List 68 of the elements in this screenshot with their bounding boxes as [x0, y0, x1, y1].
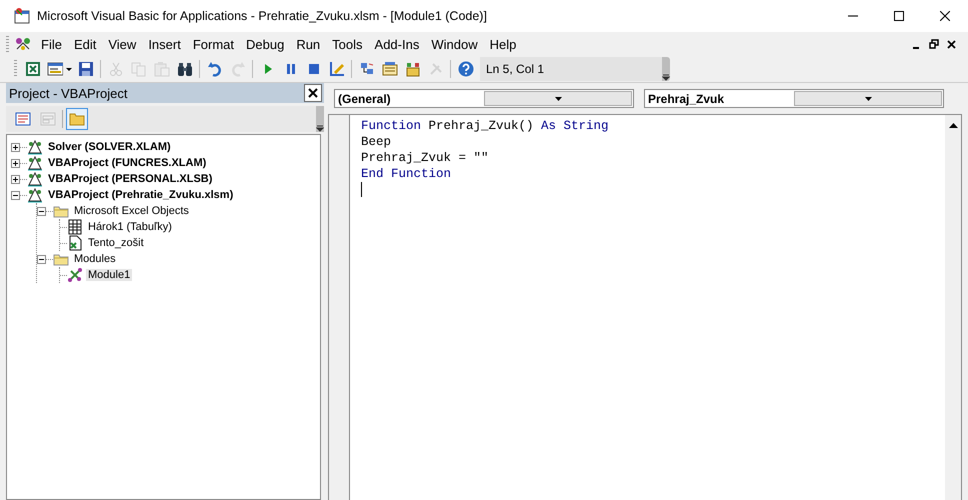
- scroll-up-icon[interactable]: [948, 123, 958, 128]
- binoculars-icon[interactable]: [176, 61, 192, 77]
- expand-icon[interactable]: [11, 158, 20, 168]
- menu-item[interactable]: Window: [425, 34, 484, 54]
- undo-icon[interactable]: [206, 61, 222, 77]
- close-icon[interactable]: [940, 11, 950, 21]
- menu-item[interactable]: Debug: [240, 34, 290, 54]
- tree-item[interactable]: Hárok1 (Tabuľky): [86, 221, 174, 233]
- expand-icon[interactable]: [11, 142, 20, 152]
- folder-button[interactable]: [66, 108, 88, 130]
- menu-item[interactable]: Edit: [68, 34, 102, 54]
- menu-item[interactable]: Add-Ins: [368, 34, 426, 54]
- code-line: Function Prehraj_Zvuk() As String: [361, 118, 610, 134]
- code-line: Prehraj_Zvuk = "": [361, 150, 490, 166]
- code-line: End Function: [361, 166, 452, 182]
- object-dropdown[interactable]: (General): [334, 89, 634, 108]
- project-icon: [27, 187, 43, 203]
- object-browser-icon[interactable]: [404, 61, 420, 77]
- window-title: Microsoft Visual Basic for Applications - Prehratie_Zvuku.xlsm - [Module1 (Code)]: [37, 9, 488, 23]
- save-icon[interactable]: [78, 61, 94, 77]
- vba-icon: [15, 36, 31, 52]
- project-icon: [27, 139, 43, 155]
- spreadsheet-icon: [67, 219, 83, 235]
- collapse-icon[interactable]: [11, 190, 20, 200]
- menu-item[interactable]: Run: [290, 34, 326, 54]
- toolbar-options-icon[interactable]: [662, 74, 670, 81]
- close-icon[interactable]: [947, 40, 956, 48]
- text-cursor: [361, 182, 362, 197]
- cursor-position: Ln 5, Col 1: [480, 57, 662, 81]
- excel-icon[interactable]: [24, 61, 40, 77]
- tree-item[interactable]: Modules: [72, 253, 118, 265]
- close-button[interactable]: [304, 84, 322, 102]
- collapse-icon[interactable]: [37, 206, 46, 216]
- restore-icon[interactable]: [929, 39, 939, 49]
- workbook-icon: [67, 235, 83, 251]
- code-line: Beep: [361, 134, 392, 150]
- design-icon[interactable]: [328, 61, 344, 77]
- caret-icon[interactable]: [864, 96, 872, 100]
- tree-item[interactable]: VBAProject (PERSONAL.XLSB): [46, 173, 214, 185]
- menu-item[interactable]: View: [102, 34, 142, 54]
- menu-item[interactable]: Format: [186, 34, 240, 54]
- project-icon: [27, 171, 43, 187]
- menu-item[interactable]: Tools: [326, 34, 369, 54]
- collapse-icon[interactable]: [37, 254, 46, 264]
- caret-icon[interactable]: [66, 68, 72, 70]
- procedure-dropdown[interactable]: Prehraj_Zvuk: [644, 89, 944, 108]
- caret-icon[interactable]: [554, 96, 562, 100]
- tree-item[interactable]: Tento_zošit: [86, 237, 146, 249]
- maximize-icon[interactable]: [894, 11, 904, 21]
- menu-item[interactable]: Insert: [142, 34, 187, 54]
- help-icon[interactable]: [458, 61, 474, 77]
- expand-icon[interactable]: [11, 174, 20, 184]
- properties-icon[interactable]: [382, 61, 398, 77]
- tree-item[interactable]: Module1: [86, 269, 132, 281]
- tree-item[interactable]: Solver (SOLVER.XLAM): [46, 141, 173, 153]
- project-icon: [27, 155, 43, 171]
- close-icon: [308, 88, 318, 98]
- project-explorer-icon[interactable]: [358, 61, 374, 77]
- tree-item[interactable]: Microsoft Excel Objects: [72, 205, 191, 217]
- tree-item[interactable]: VBAProject (FUNCRES.XLAM): [46, 157, 208, 169]
- form-icon[interactable]: [46, 61, 62, 77]
- menu-item[interactable]: Help: [484, 34, 522, 54]
- app-icon: [14, 8, 30, 24]
- module-icon: [67, 267, 83, 283]
- panel-title: Project - VBAProject: [9, 86, 128, 100]
- tree-item[interactable]: VBAProject (Prehratie_Zvuku.xlsm): [46, 189, 236, 201]
- panel-options-icon[interactable]: [316, 125, 324, 132]
- menu-item[interactable]: File: [35, 34, 68, 54]
